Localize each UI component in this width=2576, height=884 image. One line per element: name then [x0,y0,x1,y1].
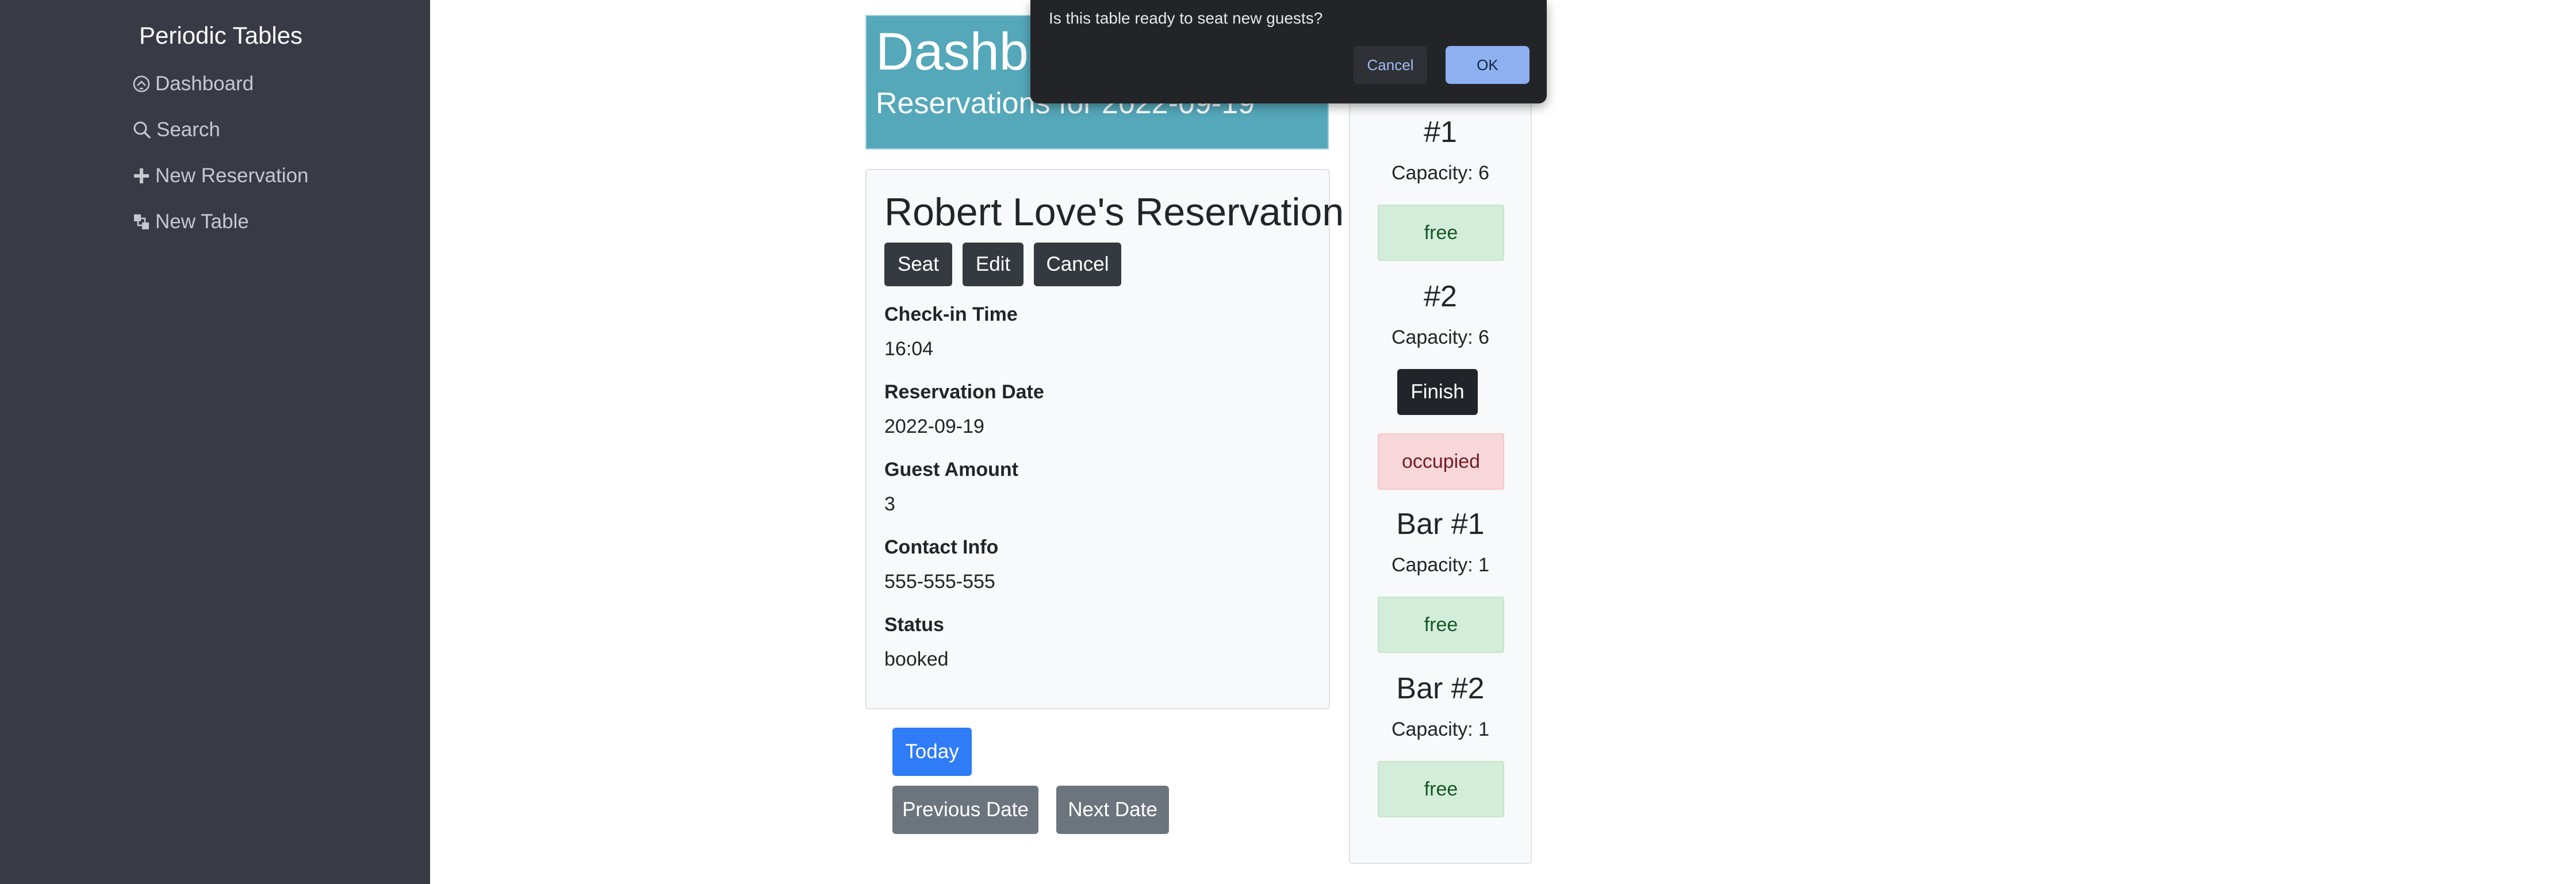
table-capacity: Capacity: 6 [1391,162,1490,184]
next-date-button[interactable]: Next Date [1056,786,1169,834]
edit-button[interactable]: Edit [963,243,1023,286]
status-value: booked [884,648,949,670]
table-capacity: Capacity: 6 [1391,326,1490,348]
contact-info-value: 555-555-555 [884,571,995,593]
reservation-date-value: 2022-09-19 [884,416,984,437]
table-name: Bar #1 [1396,508,1485,541]
search-icon [132,120,152,140]
table-capacity: Capacity: 1 [1391,554,1490,576]
guest-amount-label: Guest Amount [884,459,1018,481]
reservation-card: Robert Love's Reservation Seat Edit Canc… [865,169,1344,709]
dialog-message: Is this table ready to seat new guests? [1049,9,1323,27]
table-name: #2 [1424,280,1457,313]
dialog-cancel-button[interactable]: Cancel [1354,46,1427,84]
reservation-date-label: Reservation Date [884,381,1044,403]
dialog-ok-button[interactable]: OK [1446,46,1529,84]
check-in-time-label: Check-in Time [884,303,1018,325]
table-capacity: Capacity: 1 [1391,718,1490,740]
finish-table-button[interactable]: Finish [1397,369,1478,415]
sidebar-item-search[interactable]: Search [132,114,220,146]
table-status-badge: free [1378,761,1504,817]
table-status-badge: free [1378,597,1504,653]
previous-date-button[interactable]: Previous Date [892,786,1038,834]
plus-icon [132,167,151,185]
contact-info-label: Contact Info [884,536,999,558]
confirm-dialog: Is this table ready to seat new guests? … [1030,0,1547,103]
sidebar-item-label: Search [156,118,220,141]
layers-icon [132,213,151,231]
status-label: Status [884,614,944,636]
table-status-badge: occupied [1378,433,1504,490]
sidebar-item-label: New Reservation [155,164,309,187]
sidebar-item-label: New Table [155,210,249,233]
seat-button[interactable]: Seat [884,243,952,286]
cancel-reservation-button[interactable]: Cancel [1034,243,1121,286]
table-name: #1 [1424,116,1457,149]
table-status-badge: free [1378,205,1504,261]
app-brand[interactable]: Periodic Tables [139,22,302,49]
sidebar: Periodic Tables Dashboard Search New Res… [0,0,430,884]
sidebar-item-new-table[interactable]: New Table [132,206,249,238]
guest-amount-value: 3 [884,493,895,515]
check-in-time-value: 16:04 [884,338,934,360]
table-name: Bar #2 [1396,672,1485,705]
sidebar-item-new-reservation[interactable]: New Reservation [132,160,309,192]
tables-list: #1 Capacity: 6 free #2 Capacity: 6 Finis… [1349,69,1532,864]
reservation-title: Robert Love's Reservation [884,190,1344,234]
sidebar-item-dashboard[interactable]: Dashboard [132,68,254,100]
dashboard-icon [132,75,151,93]
sidebar-item-label: Dashboard [155,72,254,95]
today-button[interactable]: Today [892,728,972,776]
